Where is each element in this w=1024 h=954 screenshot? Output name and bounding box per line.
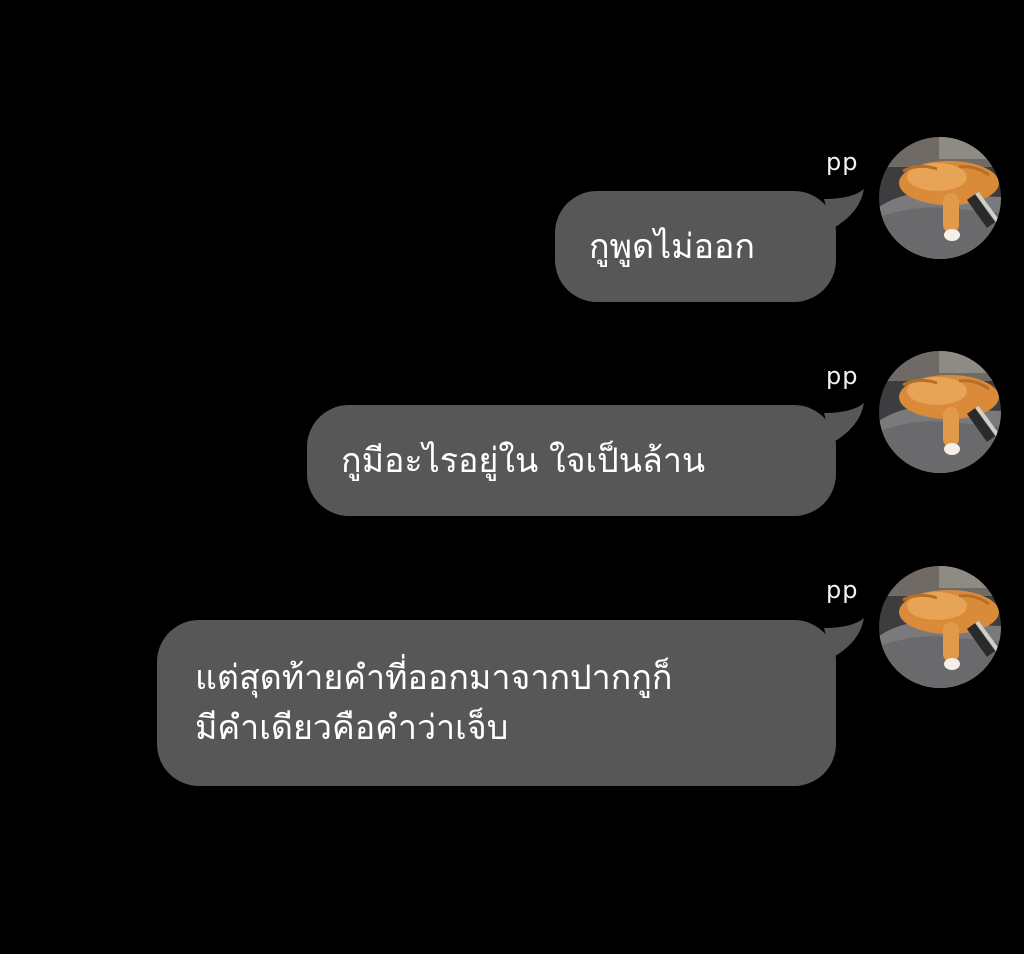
orange-cat-avatar-icon: [879, 566, 1001, 688]
message-bubble[interactable]: กูมีอะไรอยู่ใน ใจเป็นล้าน: [307, 405, 836, 516]
avatar[interactable]: [879, 137, 1001, 259]
sender-name: pp: [826, 148, 859, 176]
message-text: กูพูดไม่ออก: [589, 226, 756, 267]
message-bubble[interactable]: แต่สุดท้ายคำที่ออกมาจากปากกูก็ มีคำเดียว…: [157, 620, 836, 786]
sender-name: pp: [826, 576, 859, 604]
orange-cat-avatar-icon: [879, 137, 1001, 259]
message-text-line-2: มีคำเดียวคือคำว่าเจ็บ: [195, 708, 509, 748]
message-text-line-1: แต่สุดท้ายคำที่ออกมาจากปากกูก็: [195, 658, 673, 698]
sender-name: pp: [826, 362, 859, 390]
message-text: กูมีอะไรอยู่ใน ใจเป็นล้าน: [341, 440, 706, 481]
orange-cat-avatar-icon: [879, 351, 1001, 473]
avatar[interactable]: [879, 566, 1001, 688]
avatar[interactable]: [879, 351, 1001, 473]
message-bubble[interactable]: กูพูดไม่ออก: [555, 191, 836, 302]
